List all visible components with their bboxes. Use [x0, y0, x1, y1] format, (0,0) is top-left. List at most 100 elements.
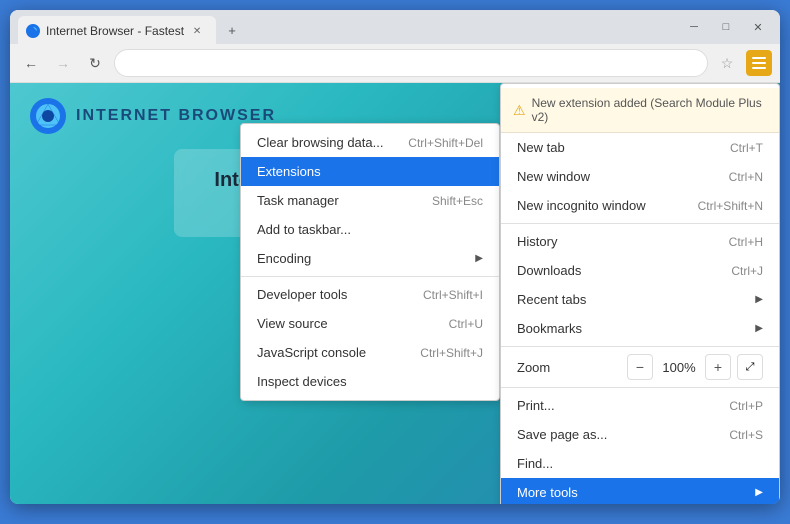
- submenu-add-taskbar-label-area: Add to taskbar...: [257, 222, 351, 237]
- submenu-task-manager-label: Task manager: [257, 193, 339, 208]
- tab-close-button[interactable]: ✕: [190, 24, 204, 38]
- zoom-controls: − 100% + ⤢: [627, 354, 763, 380]
- menu-print-shortcut: Ctrl+P: [729, 399, 763, 413]
- submenu-add-taskbar[interactable]: Add to taskbar...: [241, 215, 499, 244]
- submenu-view-source[interactable]: View source Ctrl+U: [241, 309, 499, 338]
- menu-new-window-shortcut: Ctrl+N: [729, 170, 763, 184]
- notification-bar: ⚠ New extension added (Search Module Plu…: [501, 88, 779, 133]
- menu-find-label: Find...: [517, 456, 553, 471]
- zoom-value-display: 100%: [659, 360, 699, 375]
- minimize-button[interactable]: ─: [680, 17, 708, 37]
- zoom-plus-button[interactable]: +: [705, 354, 731, 380]
- menu-find[interactable]: Find...: [501, 449, 779, 478]
- tab-area: Internet Browser - Fastest ✕ +: [18, 10, 680, 44]
- close-button[interactable]: ✕: [744, 17, 772, 37]
- main-dropdown-menu: ⚠ New extension added (Search Module Plu…: [500, 83, 780, 504]
- submenu-developer-tools-label-area: Developer tools: [257, 287, 347, 302]
- browser-window: Internet Browser - Fastest ✕ + ─ □ ✕ ← →…: [10, 10, 780, 504]
- menu-new-incognito-label: New incognito window: [517, 198, 646, 213]
- tab-label: Internet Browser - Fastest: [46, 24, 184, 38]
- window-controls: ─ □ ✕: [680, 17, 772, 37]
- menu-divider-2: [501, 346, 779, 347]
- submenu-clear-shortcut: Ctrl+Shift+Del: [408, 136, 483, 150]
- forward-button[interactable]: →: [50, 50, 76, 76]
- address-bar-area: ← → ↻ ☆: [10, 44, 780, 83]
- submenu-javascript-console-shortcut: Ctrl+Shift+J: [420, 346, 483, 360]
- menu-more-tools-label: More tools: [517, 485, 578, 500]
- main-menu-button[interactable]: [746, 50, 772, 76]
- submenu-encoding[interactable]: Encoding ▶: [241, 244, 499, 273]
- bookmark-star-button[interactable]: ☆: [714, 50, 740, 76]
- menu-history[interactable]: History Ctrl+H: [501, 227, 779, 256]
- menu-downloads[interactable]: Downloads Ctrl+J: [501, 256, 779, 285]
- menu-more-tools[interactable]: More tools ▶: [501, 478, 779, 504]
- submenu-extensions-label-area: Extensions: [257, 164, 321, 179]
- title-bar: Internet Browser - Fastest ✕ + ─ □ ✕: [10, 10, 780, 44]
- zoom-label: Zoom: [517, 360, 550, 375]
- menu-recent-tabs[interactable]: Recent tabs ▶: [501, 285, 779, 314]
- more-tools-submenu: Clear browsing data... Ctrl+Shift+Del Ex…: [240, 123, 500, 401]
- menu-more-tools-arrow: ▶: [755, 487, 763, 498]
- menu-divider-3: [501, 387, 779, 388]
- menu-print[interactable]: Print... Ctrl+P: [501, 391, 779, 420]
- submenu-view-source-shortcut: Ctrl+U: [449, 317, 483, 331]
- menu-line-1: [752, 57, 766, 59]
- notification-icon: ⚠: [513, 102, 526, 119]
- notification-text: New extension added (Search Module Plus …: [532, 96, 767, 124]
- menu-new-tab[interactable]: New tab Ctrl+T: [501, 133, 779, 162]
- menu-bookmarks-label: Bookmarks: [517, 321, 582, 336]
- menu-new-tab-label: New tab: [517, 140, 565, 155]
- zoom-fullscreen-button[interactable]: ⤢: [737, 354, 763, 380]
- submenu-developer-tools-shortcut: Ctrl+Shift+I: [423, 288, 483, 302]
- submenu-view-source-label-area: View source: [257, 316, 328, 331]
- submenu-javascript-console-label-area: JavaScript console: [257, 345, 366, 360]
- submenu-extensions-label: Extensions: [257, 164, 321, 179]
- menu-new-incognito-shortcut: Ctrl+Shift+N: [698, 199, 763, 213]
- menu-line-2: [752, 62, 766, 64]
- menu-bookmarks[interactable]: Bookmarks ▶: [501, 314, 779, 343]
- menu-new-window[interactable]: New window Ctrl+N: [501, 162, 779, 191]
- menu-downloads-shortcut: Ctrl+J: [731, 264, 763, 278]
- menu-downloads-label: Downloads: [517, 263, 581, 278]
- submenu-clear-browsing-label-area: Clear browsing data...: [257, 135, 383, 150]
- address-bar[interactable]: [114, 49, 708, 77]
- menu-new-tab-shortcut: Ctrl+T: [730, 141, 763, 155]
- menu-save-page-shortcut: Ctrl+S: [729, 428, 763, 442]
- submenu-developer-tools[interactable]: Developer tools Ctrl+Shift+I: [241, 280, 499, 309]
- submenu-extensions[interactable]: Extensions: [241, 157, 499, 186]
- menu-save-page[interactable]: Save page as... Ctrl+S: [501, 420, 779, 449]
- submenu-javascript-console[interactable]: JavaScript console Ctrl+Shift+J: [241, 338, 499, 367]
- hamburger-icon: [752, 57, 766, 69]
- submenu-clear-browsing-label: Clear browsing data...: [257, 135, 383, 150]
- menu-line-3: [752, 67, 766, 69]
- submenu-inspect-devices[interactable]: Inspect devices: [241, 367, 499, 396]
- submenu-add-taskbar-label: Add to taskbar...: [257, 222, 351, 237]
- menu-history-shortcut: Ctrl+H: [729, 235, 763, 249]
- menu-history-label: History: [517, 234, 557, 249]
- back-button[interactable]: ←: [18, 50, 44, 76]
- menu-divider-1: [501, 223, 779, 224]
- menu-print-label: Print...: [517, 398, 555, 413]
- tab-favicon: [26, 24, 40, 38]
- refresh-button[interactable]: ↻: [82, 50, 108, 76]
- submenu-view-source-label: View source: [257, 316, 328, 331]
- browser-content: INTERNET BROWSER Internet Browser. The m…: [10, 83, 780, 504]
- menu-recent-tabs-label: Recent tabs: [517, 292, 586, 307]
- zoom-minus-button[interactable]: −: [627, 354, 653, 380]
- submenu-task-manager[interactable]: Task manager Shift+Esc: [241, 186, 499, 215]
- menu-bookmarks-arrow: ▶: [755, 323, 763, 334]
- submenu-inspect-devices-label-area: Inspect devices: [257, 374, 347, 389]
- menu-save-page-label: Save page as...: [517, 427, 607, 442]
- browser-logo-icon: [30, 98, 66, 134]
- submenu-inspect-devices-label: Inspect devices: [257, 374, 347, 389]
- submenu-clear-browsing[interactable]: Clear browsing data... Ctrl+Shift+Del: [241, 128, 499, 157]
- new-tab-button[interactable]: +: [220, 18, 244, 42]
- maximize-button[interactable]: □: [712, 17, 740, 37]
- submenu-encoding-label: Encoding: [257, 251, 311, 266]
- menu-new-window-label: New window: [517, 169, 590, 184]
- menu-new-incognito[interactable]: New incognito window Ctrl+Shift+N: [501, 191, 779, 220]
- submenu-javascript-console-label: JavaScript console: [257, 345, 366, 360]
- submenu-task-manager-label-area: Task manager: [257, 193, 339, 208]
- active-tab[interactable]: Internet Browser - Fastest ✕: [18, 16, 216, 44]
- submenu-task-manager-shortcut: Shift+Esc: [432, 194, 483, 208]
